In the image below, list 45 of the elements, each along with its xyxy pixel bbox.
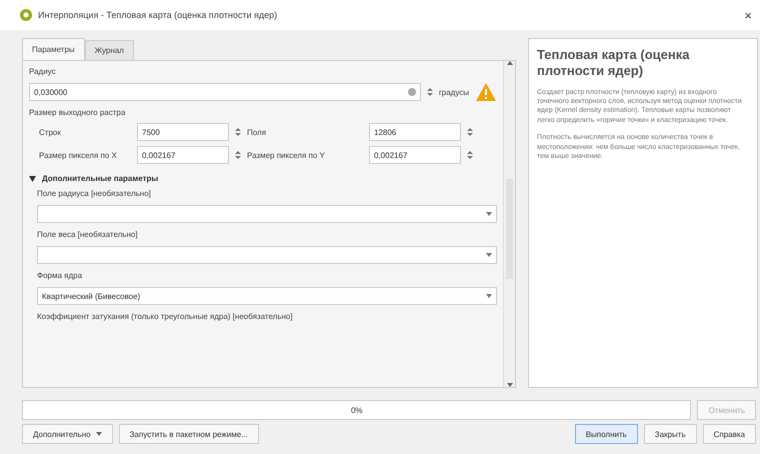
- scroll-up-icon[interactable]: [506, 61, 512, 65]
- radius-field[interactable]: 0,030000: [29, 83, 421, 101]
- field-label: Строк: [39, 128, 62, 136]
- app-logo-icon: [20, 9, 32, 21]
- collapse-arrow-icon[interactable]: [29, 176, 36, 182]
- spin-arrows-icon[interactable]: [467, 127, 473, 137]
- dropdown-arrow-icon[interactable]: [486, 212, 492, 216]
- scrollbar[interactable]: [503, 61, 515, 387]
- help-button[interactable]: Справка: [702, 424, 756, 444]
- field-label: Форма ядра: [37, 271, 84, 280]
- warning-icon: [475, 82, 497, 102]
- field-label: Поле радиуса [необязательно]: [37, 189, 152, 198]
- section-label: Размер выходного растра: [29, 108, 126, 117]
- field-label: Размер пикселя по X: [39, 150, 118, 160]
- units-label: градусы: [438, 88, 469, 96]
- close-button[interactable]: ×: [744, 8, 752, 22]
- number-field[interactable]: 0,002167: [369, 146, 461, 164]
- number-field[interactable]: 12806: [369, 123, 461, 141]
- field-label: Поля: [247, 128, 268, 136]
- progress-label: 0%: [350, 406, 362, 414]
- spin-arrows-icon[interactable]: [426, 87, 433, 97]
- spin-arrows-icon[interactable]: [235, 150, 241, 160]
- dropdown-arrow-icon[interactable]: [486, 294, 492, 298]
- field-label: Размер пикселя по Y: [247, 150, 326, 160]
- number-field[interactable]: 0,002167: [137, 146, 229, 164]
- spin-arrows-icon[interactable]: [467, 150, 473, 160]
- dropdown[interactable]: Квартический (Бивесовое): [37, 287, 497, 305]
- tab[interactable]: Параметры: [22, 38, 85, 60]
- scroll-down-icon[interactable]: [506, 383, 512, 387]
- number-field[interactable]: 7500: [137, 123, 229, 141]
- batch-button[interactable]: Запустить в пакетном режиме...: [118, 424, 259, 444]
- tab[interactable]: Журнал: [84, 40, 134, 60]
- advanced-button[interactable]: Дополнительно: [22, 424, 113, 444]
- field-label: Поле веса [необязательно]: [37, 230, 139, 239]
- close-dialog-button[interactable]: Закрыть: [644, 424, 697, 444]
- caret-icon: [96, 432, 102, 436]
- dropdown-arrow-icon[interactable]: [486, 253, 492, 257]
- window-title: Интерполяция - Тепловая карта (оценка плотности ядер): [38, 10, 278, 20]
- help-title: Тепловая карта (оценка плотности ядер): [537, 47, 690, 80]
- spin-arrows-icon[interactable]: [235, 127, 241, 137]
- field-label: Коэффициент затухания (только треугольные ядра) [необязательно]: [37, 312, 294, 321]
- clear-icon[interactable]: [408, 88, 416, 96]
- group-header: Дополнительные параметры: [42, 174, 158, 183]
- run-button[interactable]: Выполнить: [574, 424, 638, 444]
- field-label: Радиус: [29, 67, 57, 76]
